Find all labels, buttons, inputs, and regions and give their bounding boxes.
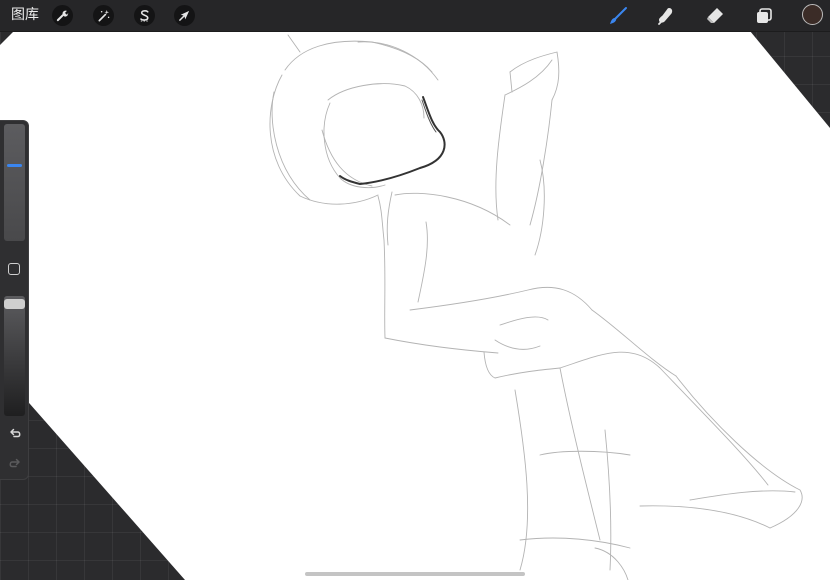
undo-icon [9,428,20,438]
adjustments-button[interactable] [93,5,114,26]
wrench-icon [56,10,69,22]
eraser-icon [707,8,723,23]
brush-opacity-slider[interactable] [4,296,25,416]
magic-wand-icon [98,9,110,22]
layers-button[interactable] [750,2,778,30]
brush-icon [610,7,627,24]
layers-icon [757,8,772,23]
left-sidebar [0,120,29,480]
eraser-tool-button[interactable] [701,2,729,30]
selection-button[interactable] [134,5,155,26]
actions-button[interactable] [52,5,73,26]
undo-button[interactable] [4,425,25,443]
redo-icon [9,458,20,468]
gallery-button[interactable]: 图库 [11,6,39,25]
brush-tool-button[interactable] [604,2,632,30]
smudge-tool-button[interactable] [652,2,680,30]
arrow-cursor-icon [179,10,190,21]
top-toolbar: 图库 [0,0,830,32]
smudge-finger-icon [658,8,673,25]
brush-opacity-thumb[interactable] [4,299,25,309]
brush-size-slider[interactable] [4,124,25,241]
home-indicator [305,572,525,576]
drawing-canvas[interactable] [0,31,830,580]
modify-button[interactable] [8,263,20,275]
color-picker-swatch[interactable] [802,4,823,25]
transform-button[interactable] [174,5,195,26]
brush-size-thumb[interactable] [7,164,22,167]
redo-button[interactable] [4,455,25,473]
selection-s-icon [140,10,149,22]
